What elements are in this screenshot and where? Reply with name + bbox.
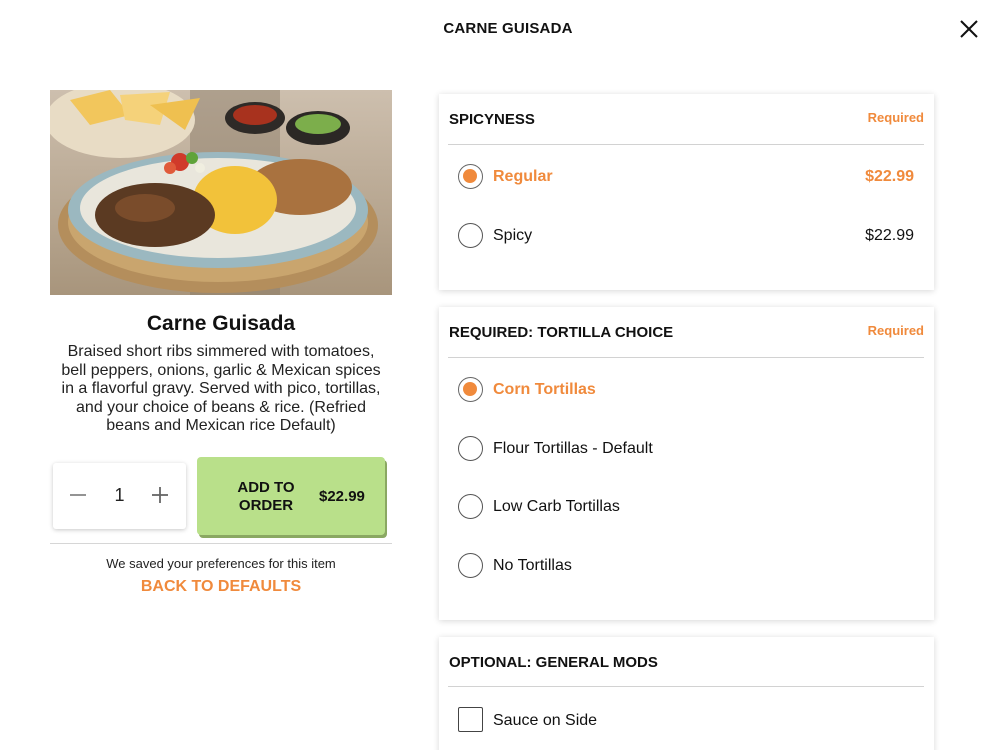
radio-button[interactable]: [458, 164, 483, 189]
group-title: REQUIRED: TORTILLA CHOICE: [449, 324, 674, 341]
radio-button[interactable]: [458, 553, 483, 578]
option-label: No Tortillas: [493, 557, 572, 574]
group-title: OPTIONAL: GENERAL MODS: [449, 654, 658, 671]
item-detail-modal: CARNE GUISADA Carne Guisada Braised shor…: [0, 0, 1000, 750]
option-flour-tortillas[interactable]: Flour Tortillas - Default: [458, 434, 914, 464]
food-image: [50, 90, 392, 295]
option-low-carb-tortillas[interactable]: Low Carb Tortillas: [458, 492, 914, 522]
option-label: Regular: [493, 168, 553, 185]
general-mods-group: OPTIONAL: GENERAL MODS Sauce on Side: [439, 637, 934, 750]
quantity-value: 1: [114, 485, 125, 505]
close-icon: [960, 20, 978, 38]
option-label: Low Carb Tortillas: [493, 498, 620, 515]
add-to-order-button[interactable]: ADD TO ORDER $22.99: [197, 457, 385, 535]
divider: [448, 144, 924, 145]
increase-quantity-button[interactable]: [149, 484, 171, 506]
option-spicy[interactable]: Spicy $22.99: [458, 221, 914, 251]
item-name: Carne Guisada: [146, 312, 296, 335]
radio-button[interactable]: [458, 223, 483, 248]
option-price: $22.99: [865, 168, 914, 185]
add-to-order-label: ADD TO ORDER: [237, 479, 295, 514]
close-button[interactable]: [958, 18, 980, 40]
page-title: CARNE GUISADA: [443, 20, 573, 37]
divider: [448, 686, 924, 687]
divider: [448, 357, 924, 358]
tortilla-choice-group: REQUIRED: TORTILLA CHOICE Required Corn …: [439, 307, 934, 620]
option-label: Sauce on Side: [493, 712, 598, 729]
saved-preferences-note: We saved your preferences for this item: [106, 556, 336, 571]
radio-button[interactable]: [458, 377, 483, 402]
option-sauce-on-side[interactable]: Sauce on Side: [458, 706, 914, 736]
plus-icon: [152, 487, 168, 503]
option-corn-tortillas[interactable]: Corn Tortillas: [458, 375, 914, 405]
group-title: SPICYNESS: [449, 111, 535, 128]
add-to-order-price: $22.99: [319, 488, 365, 505]
back-to-defaults-link[interactable]: BACK TO DEFAULTS: [50, 578, 392, 596]
divider: [50, 543, 392, 544]
option-regular[interactable]: Regular $22.99: [458, 162, 914, 192]
option-label: Spicy: [493, 227, 533, 244]
required-badge: Required: [867, 110, 924, 125]
minus-icon: [70, 494, 86, 496]
decrease-quantity-button[interactable]: [67, 484, 89, 506]
option-price: $22.99: [865, 227, 914, 244]
checkbox[interactable]: [458, 707, 483, 732]
option-label: Flour Tortillas - Default: [493, 440, 653, 457]
item-description: Braised short ribs simmered with tomatoe…: [61, 343, 381, 434]
option-label: Corn Tortillas: [493, 381, 596, 398]
radio-button[interactable]: [458, 494, 483, 519]
spicyness-group: SPICYNESS Required Regular $22.99 Spicy …: [439, 94, 934, 290]
required-badge: Required: [867, 323, 924, 338]
quantity-stepper: 1: [53, 463, 186, 529]
option-no-tortillas[interactable]: No Tortillas: [458, 551, 914, 581]
radio-button[interactable]: [458, 436, 483, 461]
